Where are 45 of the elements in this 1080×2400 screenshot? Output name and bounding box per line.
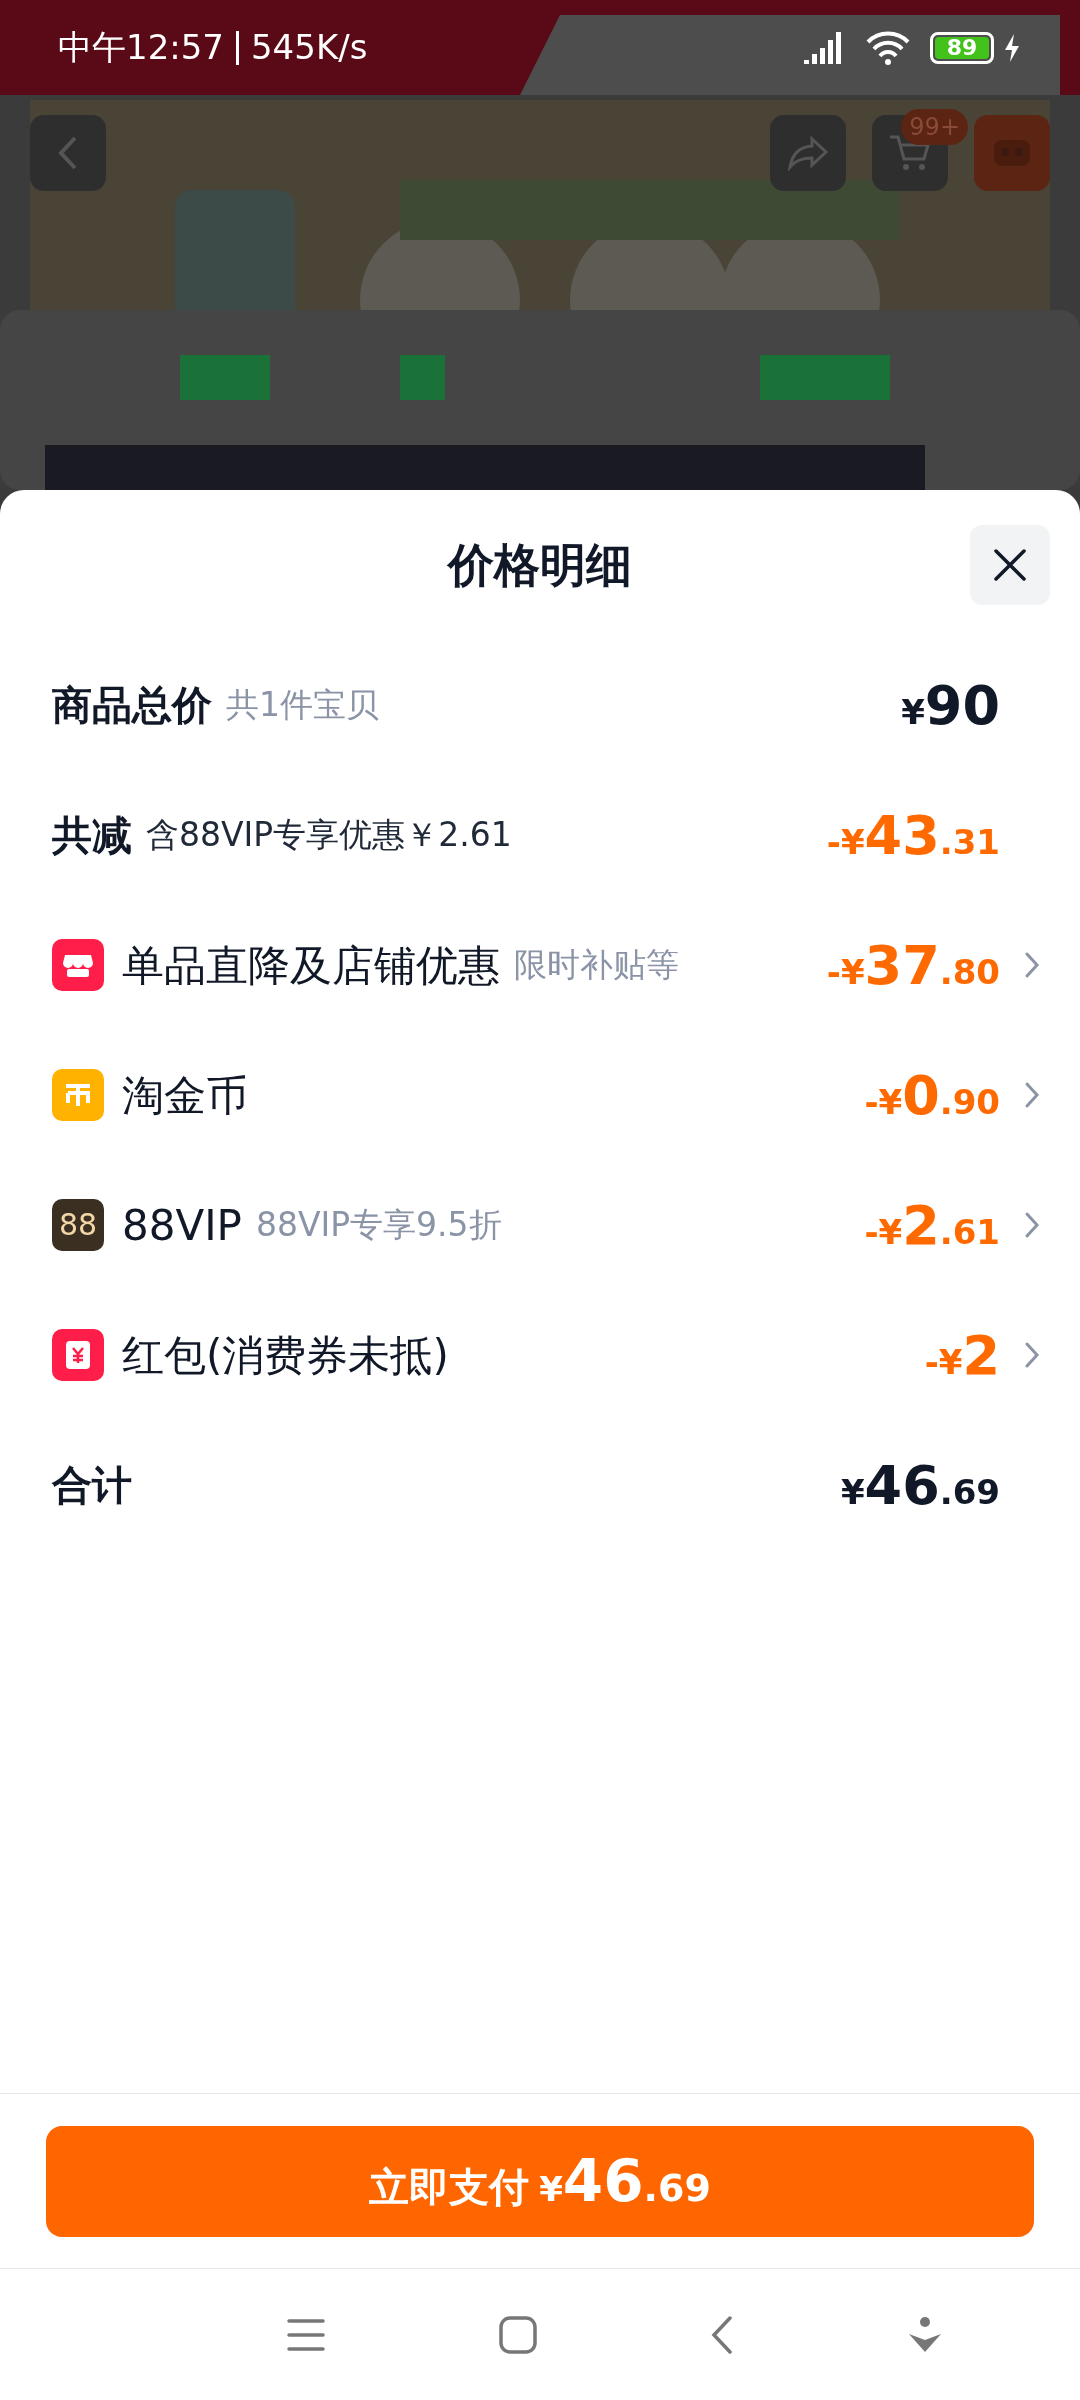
cart-icon [888,133,932,173]
status-time: 中午12:57 [58,26,224,69]
chevron-right-icon[interactable] [1024,1081,1040,1109]
back-icon [57,135,79,171]
amount: -¥37.80 [826,932,1000,999]
amount: -¥0.90 [864,1062,1000,1129]
row-label: 88VIP [122,1199,242,1252]
row-note: 共1件宝贝 [226,684,379,727]
chat-icon [992,138,1032,168]
pay-now-button[interactable]: 立即支付 ¥46.69 [46,2125,1034,2237]
row-label: 淘金币 [122,1069,248,1122]
envelope-icon [52,1329,104,1381]
amount: -¥2 [924,1322,1000,1389]
amount: ¥90 [901,672,1000,739]
close-button[interactable] [970,525,1050,605]
row-label: 红包(消费券未抵) [122,1329,449,1382]
message-button[interactable] [974,115,1050,191]
row-label: 共减 [52,811,132,860]
row-label: 单品直降及店铺优惠 [122,939,500,992]
coin-icon [52,1069,104,1121]
amount: ¥46.69 [840,1452,1000,1519]
shop-icon [52,939,104,991]
share-button[interactable] [770,115,846,191]
battery-icon: 89 [930,31,994,64]
menu-icon[interactable] [287,2317,325,2352]
close-icon [993,548,1027,582]
chevron-right-icon[interactable] [1024,1341,1040,1369]
back-icon[interactable] [711,2315,733,2354]
amount: -¥2.61 [864,1192,1000,1259]
row-label: 合计 [52,1461,132,1510]
row-note: 88VIP专享9.5折 [255,1204,502,1247]
share-icon [786,135,830,171]
row-note: 含88VIP专享优惠￥2.61 [146,814,512,857]
vip-badge: 88 [52,1199,104,1251]
back-button[interactable] [30,115,106,191]
row-note: 限时补贴等 [514,944,679,987]
home-icon[interactable] [499,2315,537,2354]
amount: -¥43.31 [826,802,1000,869]
chevron-right-icon[interactable] [1024,1211,1040,1239]
row-label: 商品总价 [52,681,212,730]
network-speed: 545K/s [251,26,368,69]
chevron-right-icon[interactable] [1024,951,1040,979]
sheet-title: 价格明细 [448,536,632,594]
assistant-icon[interactable] [907,2315,943,2354]
wifi-icon [864,29,912,66]
